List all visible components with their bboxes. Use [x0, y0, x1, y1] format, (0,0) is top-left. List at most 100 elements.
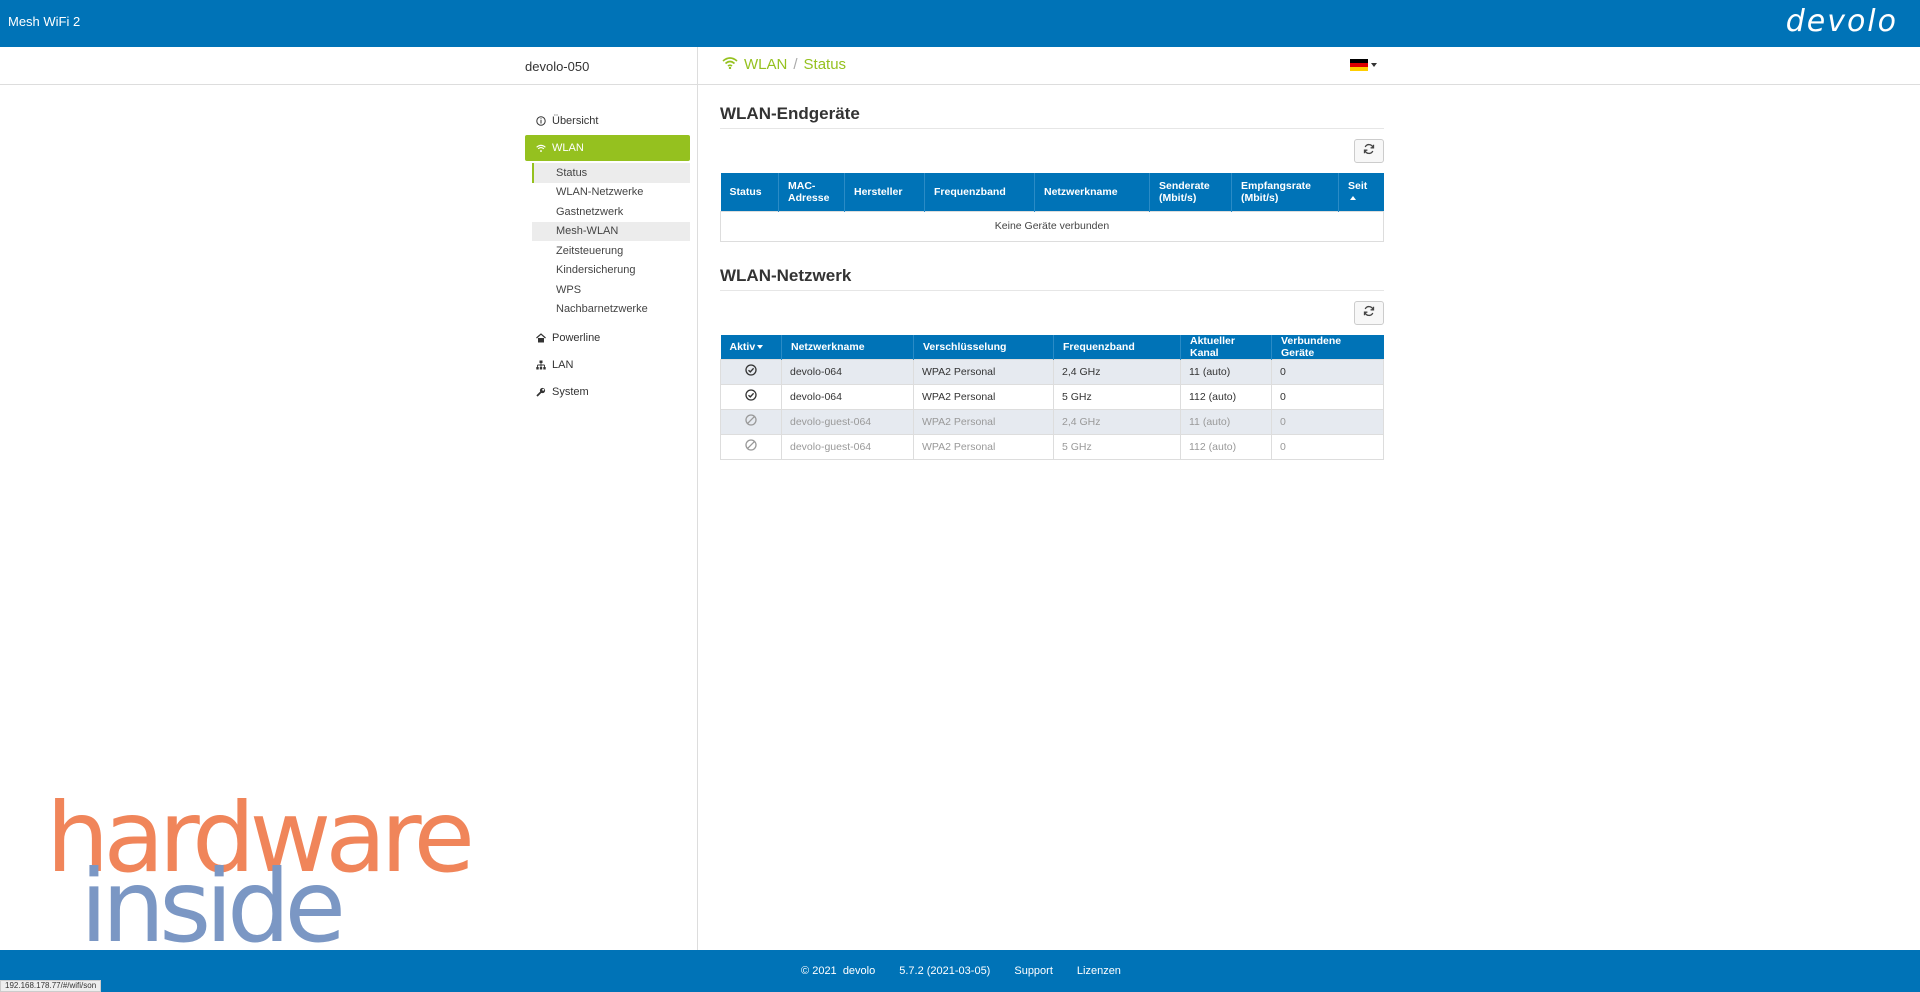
network-refresh-button[interactable] — [1354, 300, 1384, 325]
column-header-manufacturer[interactable]: Hersteller — [844, 173, 925, 211]
ban-icon — [745, 414, 757, 429]
clients-refresh-button[interactable] — [1354, 139, 1384, 163]
band-cell: 2,4 GHz — [1053, 408, 1181, 435]
channel-cell: 112 (auto) — [1180, 433, 1272, 460]
support-link[interactable]: Support — [1014, 965, 1053, 977]
submenu-item-wlan-networks[interactable]: WLAN-Netzwerke — [532, 183, 690, 203]
network-section-title: WLAN-Netzwerk — [720, 266, 1384, 291]
sidebar-item-wlan[interactable]: WLAN — [525, 135, 690, 161]
sidebar-divider — [697, 47, 698, 950]
ban-icon — [745, 439, 757, 454]
column-header-channel[interactable]: Aktueller Kanal — [1180, 334, 1272, 359]
network-name-cell: devolo-064 — [781, 383, 914, 410]
column-header-rx-rate[interactable]: Empfangsrate (Mbit/s) — [1231, 173, 1339, 211]
encryption-cell: WPA2 Personal — [913, 358, 1054, 385]
network-name-cell: devolo-064 — [781, 358, 914, 385]
main-content: WLAN-Endgeräte Status MAC-Adresse Herste… — [720, 104, 1384, 460]
column-header-since-label: Seit — [1348, 179, 1368, 192]
refresh-icon — [1363, 142, 1375, 160]
table-row[interactable]: devolo-064 WPA2 Personal 2,4 GHz 11 (auto) 0 — [720, 358, 1384, 385]
submenu-item-guest-network[interactable]: Gastnetzwerk — [532, 202, 690, 222]
submenu-item-parental-control[interactable]: Kindersicherung — [532, 261, 690, 281]
company-name: devolo — [842, 965, 876, 977]
column-header-active-label: Aktiv — [729, 340, 756, 353]
footer-copyright: © 2021 devolo — [801, 965, 875, 977]
column-header-band[interactable]: Frequenzband — [924, 173, 1035, 211]
column-header-status[interactable]: Status — [720, 173, 779, 211]
clients-section-title: WLAN-Endgeräte — [720, 104, 1384, 129]
table-row[interactable]: devolo-064 WPA2 Personal 5 GHz 112 (auto) 0 — [720, 383, 1384, 410]
column-header-network-name[interactable]: Netzwerkname — [781, 334, 914, 359]
device-name: devolo-050 — [525, 59, 590, 74]
active-cell — [720, 433, 782, 460]
breadcrumb-wlan[interactable]: WLAN — [744, 56, 787, 73]
sidebar-item-label: WLAN — [552, 142, 584, 154]
top-bar: Mesh WiFi 2 devolo — [0, 0, 1920, 47]
refresh-icon — [1363, 304, 1375, 322]
table-row[interactable]: devolo-guest-064 WPA2 Personal 5 GHz 112 (a… — [720, 433, 1384, 460]
network-table: Aktiv Netzwerkname Verschlüsselung Frequ… — [720, 334, 1384, 460]
wrench-icon — [536, 387, 546, 397]
firmware-version: 5.7.2 (2021-03-05) — [899, 965, 991, 977]
licenses-link[interactable]: Lizenzen — [1077, 965, 1121, 977]
active-cell — [720, 383, 782, 410]
active-cell — [720, 408, 782, 435]
column-header-mac[interactable]: MAC-Adresse — [778, 173, 845, 211]
submenu-item-schedule[interactable]: Zeitsteuerung — [532, 241, 690, 261]
sidebar-item-system[interactable]: System — [525, 379, 690, 405]
sidebar-item-lan[interactable]: LAN — [525, 352, 690, 378]
browser-status-url: 192.168.178.77/#/wifi/son — [0, 980, 102, 992]
network-name-cell: devolo-guest-064 — [781, 433, 914, 460]
empty-message: Keine Geräte verbunden — [720, 210, 1384, 242]
sort-descending-icon — [757, 344, 764, 349]
watermark-line-2: inside — [80, 848, 342, 948]
encryption-cell: WPA2 Personal — [913, 408, 1054, 435]
column-header-network-name[interactable]: Netzwerkname — [1034, 173, 1150, 211]
chevron-down-icon — [1371, 63, 1377, 67]
column-header-encryption[interactable]: Verschlüsselung — [913, 334, 1054, 359]
network-icon — [536, 360, 546, 370]
network-name-cell: devolo-guest-064 — [781, 408, 914, 435]
footer: © 2021 devolo 5.7.2 (2021-03-05) Support… — [0, 950, 1920, 992]
submenu-item-wps[interactable]: WPS — [532, 280, 690, 300]
sidebar-item-powerline[interactable]: Powerline — [525, 325, 690, 351]
language-selector[interactable] — [1350, 59, 1377, 71]
sort-ascending-icon — [1350, 195, 1356, 200]
sidebar-item-overview[interactable]: Übersicht — [525, 108, 690, 134]
band-cell: 5 GHz — [1053, 433, 1181, 460]
connected-devices-cell: 0 — [1271, 433, 1384, 460]
encryption-cell: WPA2 Personal — [913, 383, 1054, 410]
column-header-active[interactable]: Aktiv — [720, 334, 782, 359]
channel-cell: 112 (auto) — [1180, 383, 1272, 410]
breadcrumb: WLAN / Status — [722, 56, 846, 73]
submenu-item-neighbor-networks[interactable]: Nachbarnetzwerke — [532, 300, 690, 320]
sub-header: devolo-050 WLAN / Status — [0, 47, 1920, 85]
flag-de-icon — [1350, 59, 1368, 71]
wifi-icon — [536, 143, 546, 153]
empty-row: Keine Geräte verbunden — [720, 210, 1384, 242]
sidebar-item-label: Übersicht — [552, 115, 599, 127]
home-icon — [536, 333, 546, 343]
table-row[interactable]: devolo-guest-064 WPA2 Personal 2,4 GHz 11 (… — [720, 408, 1384, 435]
check-circle-icon — [745, 364, 757, 379]
network-toolbar — [720, 300, 1384, 327]
connected-devices-cell: 0 — [1271, 383, 1384, 410]
clients-toolbar — [720, 139, 1384, 165]
channel-cell: 11 (auto) — [1180, 408, 1272, 435]
sidebar-item-label: Powerline — [552, 332, 601, 344]
column-header-band[interactable]: Frequenzband — [1053, 334, 1181, 359]
sidebar-item-label: LAN — [552, 359, 574, 371]
wifi-icon — [722, 56, 738, 73]
channel-cell: 11 (auto) — [1180, 358, 1272, 385]
column-header-tx-rate[interactable]: Senderate (Mbit/s) — [1149, 173, 1232, 211]
copyright-year: © 2021 — [801, 965, 837, 977]
column-header-since[interactable]: Seit — [1338, 173, 1384, 211]
connected-devices-cell: 0 — [1271, 358, 1384, 385]
breadcrumb-separator: / — [793, 56, 798, 73]
submenu-item-mesh-wlan[interactable]: Mesh-WLAN — [532, 221, 690, 241]
column-header-connected-devices[interactable]: Verbundene Geräte — [1271, 334, 1384, 359]
devolo-logo[interactable]: devolo — [1786, 4, 1898, 39]
submenu-item-status[interactable]: Status — [532, 163, 690, 183]
app-title: Mesh WiFi 2 — [8, 14, 81, 29]
sidebar-item-label: System — [552, 386, 589, 398]
